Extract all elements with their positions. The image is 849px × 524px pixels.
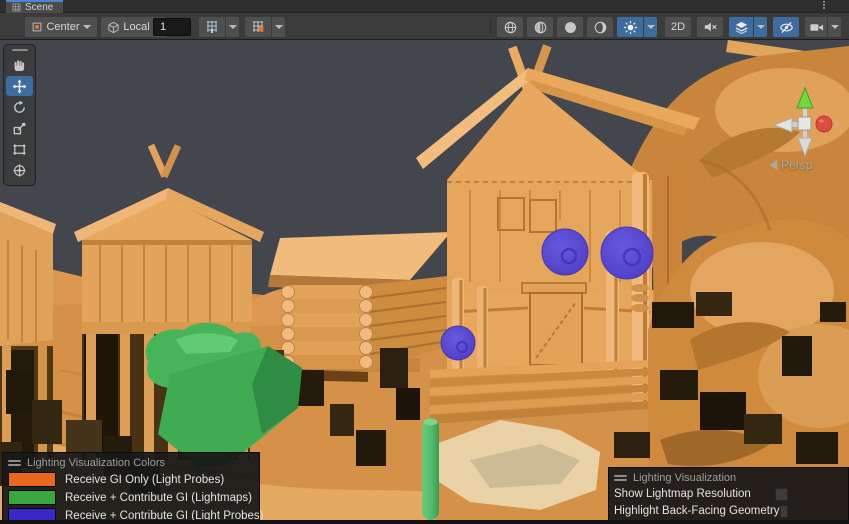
sphere-solid-icon bbox=[563, 20, 578, 35]
checkbox-highlight-backfacing-geometry[interactable] bbox=[780, 505, 788, 518]
scale-tool[interactable] bbox=[6, 118, 33, 138]
viz-option-label: Highlight Back-Facing Geometry bbox=[614, 505, 780, 517]
rotate-tool[interactable] bbox=[6, 97, 33, 117]
scene-lighting-dropdown[interactable] bbox=[644, 17, 657, 37]
green-capsule[interactable] bbox=[422, 418, 439, 520]
grid-axis-icon bbox=[205, 20, 219, 34]
sphere-crescent-icon bbox=[593, 20, 608, 35]
legend-title: Lighting Visualization Colors bbox=[27, 457, 165, 469]
scale-icon bbox=[12, 121, 27, 136]
draw-mode-shaded-button[interactable] bbox=[557, 17, 583, 37]
overlay-drag-handle[interactable] bbox=[12, 49, 28, 51]
audio-mute-button[interactable] bbox=[697, 17, 723, 37]
transform-tool[interactable] bbox=[6, 160, 33, 180]
camera-settings-button[interactable] bbox=[805, 17, 827, 37]
gizmo-down-axis[interactable] bbox=[798, 138, 812, 156]
view-hand-tool[interactable] bbox=[6, 55, 33, 75]
cube-icon bbox=[107, 21, 120, 34]
hand-icon bbox=[12, 58, 27, 73]
chevron-down-icon bbox=[83, 25, 91, 29]
gizmo-side-axis[interactable] bbox=[774, 118, 792, 132]
snap-settings-button[interactable] bbox=[245, 17, 271, 37]
legend-swatch-green bbox=[8, 490, 56, 505]
viz-title: Lighting Visualization bbox=[633, 472, 736, 484]
camera-settings-dropdown[interactable] bbox=[828, 17, 841, 37]
persp-label: Persp bbox=[781, 158, 812, 172]
checkbox-show-lightmap-resolution[interactable] bbox=[775, 488, 788, 501]
viz-option-label: Show Lightmap Resolution bbox=[614, 488, 775, 500]
lighting-visualization-panel: Lighting Visualization Show Lightmap Res… bbox=[608, 467, 849, 523]
sphere-shaded-wireframe-icon bbox=[533, 20, 548, 35]
legend-item: Receive + Contribute GI (Lightmaps) bbox=[8, 489, 254, 506]
scene-visibility-button[interactable] bbox=[773, 17, 799, 37]
tools-overlay bbox=[3, 44, 36, 186]
rect-icon bbox=[12, 142, 27, 157]
grid-tab-icon bbox=[12, 3, 21, 12]
legend-item: Receive GI Only (Light Probes) bbox=[8, 471, 254, 488]
viz-option: Show Lightmap Resolution bbox=[614, 486, 843, 502]
scene-lighting-button[interactable] bbox=[617, 17, 643, 37]
move-tool[interactable] bbox=[6, 76, 33, 96]
chevron-down-icon bbox=[275, 25, 283, 29]
draw-mode-wireframe-button[interactable] bbox=[497, 17, 523, 37]
grid-visibility-dropdown[interactable] bbox=[226, 17, 239, 37]
chevron-down-icon bbox=[757, 25, 765, 29]
unity-scene-view: Scene Center Local bbox=[0, 0, 849, 524]
sun-lighting-icon bbox=[623, 20, 638, 35]
tab-label: Scene bbox=[25, 3, 53, 13]
sphere-wireframe-icon bbox=[503, 20, 518, 35]
kebab-menu-icon[interactable] bbox=[823, 0, 825, 9]
gizmo-y-axis[interactable] bbox=[797, 88, 813, 108]
panel-menu-icon[interactable] bbox=[8, 460, 21, 466]
gizmo-y-label: Y bbox=[800, 78, 806, 88]
snap-settings-dropdown[interactable] bbox=[272, 17, 285, 37]
chevron-down-icon bbox=[647, 25, 655, 29]
scene-toolbar: Center Local bbox=[0, 13, 849, 40]
camera-icon bbox=[809, 20, 824, 35]
grid-visibility-button[interactable] bbox=[199, 17, 225, 37]
orientation-label: Local bbox=[123, 22, 149, 33]
window-bottom-edge bbox=[0, 520, 849, 524]
viz-option: Highlight Back-Facing Geometry bbox=[614, 503, 843, 519]
gizmo-x-axis[interactable] bbox=[816, 116, 832, 132]
scene-effects-button[interactable] bbox=[729, 17, 753, 37]
legend-swatch-orange bbox=[8, 472, 56, 487]
gizmo-x-label: x bbox=[834, 118, 839, 128]
move-snap-input[interactable] bbox=[153, 18, 191, 36]
persp-chevron-icon bbox=[770, 160, 777, 170]
transform-icon bbox=[12, 163, 27, 178]
layers-icon bbox=[734, 20, 749, 35]
toolbar-separator bbox=[490, 19, 491, 35]
gizmo-center-cube[interactable] bbox=[798, 117, 811, 130]
scene-effects-dropdown[interactable] bbox=[754, 17, 767, 37]
snap-grid-icon bbox=[251, 20, 265, 34]
draw-mode-miscellaneous-button[interactable] bbox=[587, 17, 613, 37]
tab-bar: Scene bbox=[0, 0, 849, 13]
chevron-down-icon bbox=[831, 25, 839, 29]
mode-2d-label: 2D bbox=[671, 22, 685, 33]
chevron-down-icon bbox=[229, 25, 237, 29]
tab-scene[interactable]: Scene bbox=[6, 0, 63, 13]
eye-hidden-icon bbox=[779, 20, 794, 35]
speaker-muted-icon bbox=[703, 20, 717, 34]
rect-tool[interactable] bbox=[6, 139, 33, 159]
panel-menu-icon[interactable] bbox=[614, 475, 627, 481]
rotate-icon bbox=[12, 100, 27, 115]
lighting-visualization-colors-panel: Lighting Visualization Colors Receive GI… bbox=[2, 452, 260, 524]
legend-label: Receive GI Only (Light Probes) bbox=[65, 474, 224, 486]
move-icon bbox=[12, 79, 27, 94]
pivot-label: Center bbox=[46, 22, 79, 33]
legend-label: Receive + Contribute GI (Lightmaps) bbox=[65, 492, 252, 504]
mode-2d-button[interactable]: 2D bbox=[665, 17, 691, 37]
projection-toggle[interactable]: Persp bbox=[770, 158, 812, 172]
draw-mode-shaded-wireframe-button[interactable] bbox=[527, 17, 553, 37]
tool-handle-position-dropdown[interactable]: Center bbox=[25, 17, 97, 37]
pivot-icon bbox=[31, 21, 43, 33]
